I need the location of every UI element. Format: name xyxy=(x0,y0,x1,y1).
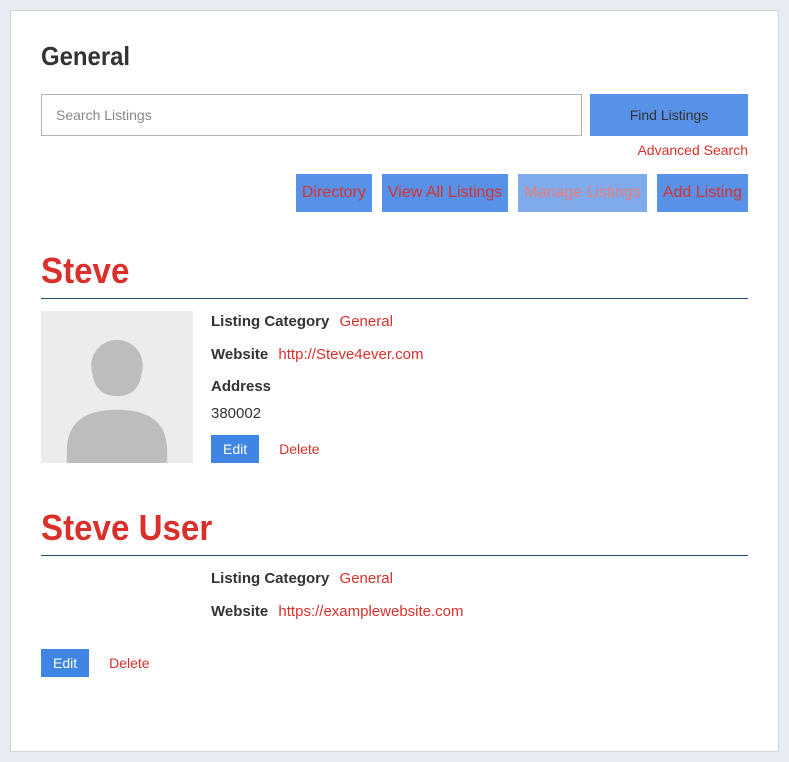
listing-actions: Edit Delete xyxy=(41,649,748,677)
address-label: Address xyxy=(211,378,271,395)
nav-add-listing[interactable]: Add Listing xyxy=(657,174,748,212)
delete-link[interactable]: Delete xyxy=(279,439,319,460)
edit-button[interactable]: Edit xyxy=(211,435,259,463)
category-label: Listing Category xyxy=(211,570,329,587)
website-label: Website xyxy=(211,603,268,620)
listing-item: Steve Listing Category General Website xyxy=(41,250,748,463)
address-value: 380002 xyxy=(211,403,748,426)
divider xyxy=(41,555,748,556)
page-title: General xyxy=(41,41,691,72)
find-listings-button[interactable]: Find Listings xyxy=(590,94,748,136)
listing-title-link[interactable]: Steve xyxy=(41,250,691,292)
delete-link[interactable]: Delete xyxy=(109,655,149,671)
listing-body: Listing Category General Website http://… xyxy=(41,311,748,463)
divider xyxy=(41,298,748,299)
category-link[interactable]: General xyxy=(340,313,393,330)
category-row: Listing Category General xyxy=(211,311,748,334)
nav-row: Directory View All Listings Manage Listi… xyxy=(41,174,748,212)
advanced-search-link[interactable]: Advanced Search xyxy=(637,142,748,158)
listing-item: Steve User Listing Category General Webs… xyxy=(41,507,748,677)
nav-manage-listings[interactable]: Manage Listings xyxy=(518,174,647,212)
website-label: Website xyxy=(211,346,268,363)
listing-title-link[interactable]: Steve User xyxy=(41,507,691,549)
category-link[interactable]: General xyxy=(340,570,393,587)
address-row: Address 380002 xyxy=(211,376,748,425)
website-link[interactable]: http://Steve4ever.com xyxy=(278,346,423,363)
listing-body: Listing Category General Website https:/… xyxy=(41,568,748,633)
main-panel: General Find Listings Advanced Search Di… xyxy=(10,10,779,752)
category-row: Listing Category General xyxy=(211,568,748,591)
website-link[interactable]: https://examplewebsite.com xyxy=(278,603,463,620)
listing-actions: Edit Delete xyxy=(211,435,748,463)
listing-details: Listing Category General Website https:/… xyxy=(211,568,748,633)
website-row: Website http://Steve4ever.com xyxy=(211,344,748,367)
advanced-search-row: Advanced Search xyxy=(41,142,748,160)
category-label: Listing Category xyxy=(211,313,329,330)
avatar-placeholder-icon xyxy=(41,311,193,463)
nav-view-all-listings[interactable]: View All Listings xyxy=(382,174,508,212)
search-input[interactable] xyxy=(41,94,582,136)
listing-details: Listing Category General Website http://… xyxy=(211,311,748,463)
search-row: Find Listings xyxy=(41,94,748,136)
edit-button[interactable]: Edit xyxy=(41,649,89,677)
website-row: Website https://examplewebsite.com xyxy=(211,601,748,624)
nav-directory[interactable]: Directory xyxy=(296,174,372,212)
